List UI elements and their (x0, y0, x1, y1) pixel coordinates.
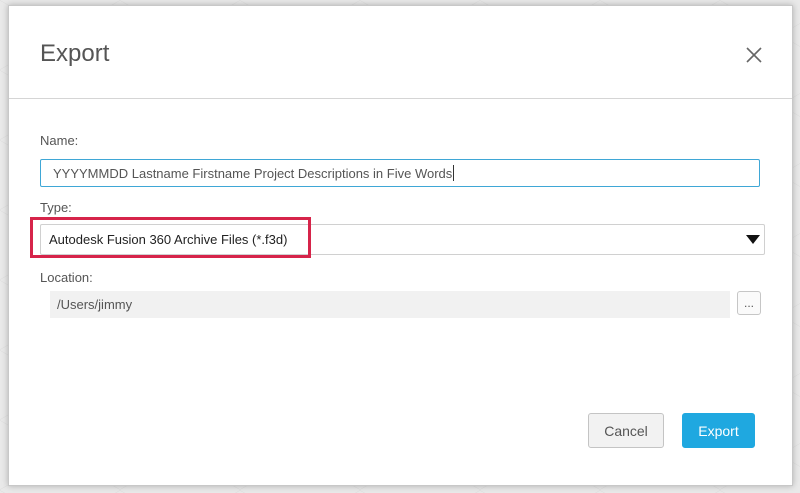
location-field: /Users/jimmy (50, 291, 730, 318)
browse-button[interactable]: ... (737, 291, 761, 315)
name-label: Name: (40, 133, 78, 148)
type-selected-value: Autodesk Fusion 360 Archive Files (*.f3d… (49, 232, 287, 247)
type-select[interactable]: Autodesk Fusion 360 Archive Files (*.f3d… (40, 224, 765, 255)
close-icon[interactable] (742, 43, 766, 67)
export-button[interactable]: Export (682, 413, 755, 448)
text-cursor (453, 165, 454, 181)
location-label: Location: (40, 270, 93, 285)
header-divider (9, 98, 792, 99)
name-input[interactable]: YYYYMMDD Lastname Firstname Project Desc… (40, 159, 760, 187)
cancel-button[interactable]: Cancel (588, 413, 664, 448)
location-value: /Users/jimmy (57, 297, 132, 312)
type-label: Type: (40, 200, 72, 215)
export-dialog: Export Name: YYYYMMDD Lastname Firstname… (8, 5, 793, 486)
name-input-value: YYYYMMDD Lastname Firstname Project Desc… (53, 166, 452, 181)
triangle-down-icon (746, 235, 760, 244)
dialog-title: Export (40, 40, 109, 68)
